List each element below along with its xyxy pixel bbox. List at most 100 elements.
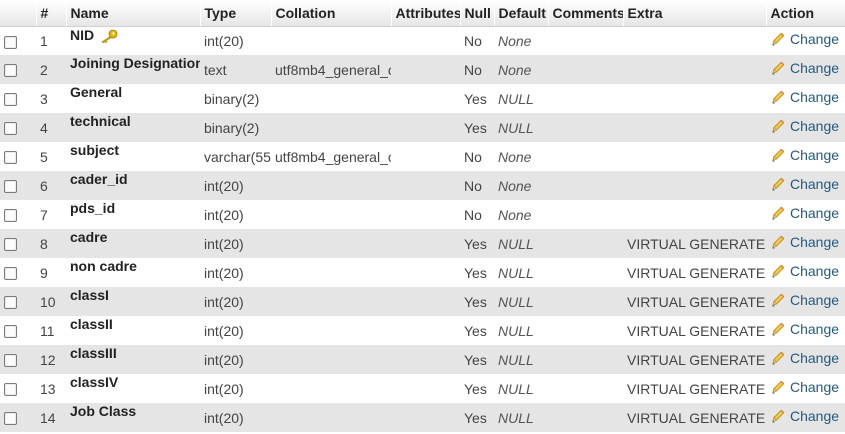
row-checkbox[interactable] [4,64,17,78]
column-action: Change [766,113,845,142]
change-link[interactable]: Change [770,205,839,221]
row-checkbox[interactable] [4,122,17,136]
change-link[interactable]: Change [770,408,839,424]
row-checkbox[interactable] [4,296,17,310]
change-link[interactable]: Change [770,263,839,279]
column-action: Change [766,258,845,287]
column-name-text: classIII [70,345,117,361]
header-extra[interactable]: Extra [623,0,767,27]
change-link[interactable]: Change [770,234,839,250]
column-extra [623,142,766,171]
header-comments[interactable]: Comments [548,0,624,27]
row-select-cell [0,258,36,287]
table-row[interactable]: 10 classI int(20) Yes NULL VIRTUAL GENER… [0,287,845,316]
column-attributes [391,142,460,171]
change-label: Change [790,147,840,163]
row-select-cell [0,142,36,171]
row-checkbox[interactable] [4,93,17,107]
row-checkbox[interactable] [4,238,17,252]
change-label: Change [790,234,840,250]
row-checkbox[interactable] [4,412,17,426]
column-name: classIII [66,345,200,374]
column-action: Change [766,345,845,374]
table-row[interactable]: 11 classII int(20) Yes NULL VIRTUAL GENE… [0,316,845,345]
column-name: non cadre [66,258,200,287]
row-select-cell [0,171,36,200]
column-collation [271,374,391,403]
table-row[interactable]: 14 Job Class int(20) Yes NULL VIRTUAL GE… [0,403,845,432]
column-null: No [464,61,482,78]
column-name-text: pds_id [70,200,116,216]
column-action: Change [766,229,845,258]
column-action: Change [766,55,845,84]
row-select-cell [0,403,36,432]
change-label: Change [790,60,840,76]
column-collation [271,258,391,287]
change-link[interactable]: Change [770,147,839,163]
table-row[interactable]: 3 General binary(2) Yes NULL Change [0,84,845,113]
column-name-text: non cadre [70,258,137,274]
change-link[interactable]: Change [770,60,839,76]
header-name[interactable]: Name [66,0,201,27]
column-attributes [391,113,460,142]
column-collation [271,26,391,55]
column-attributes [391,55,460,84]
change-link[interactable]: Change [770,89,839,105]
table-row[interactable]: 5 subject varchar(55) utf8mb4_general_ci… [0,142,845,171]
header-action: Action [766,0,845,27]
pencil-icon [772,380,785,394]
row-checkbox[interactable] [4,151,17,165]
header-collation[interactable]: Collation [271,0,392,27]
header-select [0,0,37,27]
column-attributes [391,403,460,432]
table-row[interactable]: 4 technical binary(2) Yes NULL Change [0,113,845,142]
change-link[interactable]: Change [770,31,839,47]
column-extra: VIRTUAL GENERATED [627,264,766,281]
pencil-icon [772,90,785,104]
row-checkbox[interactable] [4,383,17,397]
table-row[interactable]: 2 Joining Designation text utf8mb4_gener… [0,55,845,84]
header-type[interactable]: Type [200,0,272,27]
column-comments [548,113,623,142]
column-default: None [498,32,532,49]
header-num[interactable]: # [36,0,67,27]
row-checkbox[interactable] [4,354,17,368]
change-label: Change [790,408,840,424]
table-row[interactable]: 9 non cadre int(20) Yes NULL VIRTUAL GEN… [0,258,845,287]
row-checkbox[interactable] [4,180,17,194]
header-null[interactable]: Null [460,0,495,27]
change-link[interactable]: Change [770,350,839,366]
column-name-text: cadre [70,229,108,245]
column-extra [623,84,766,113]
row-checkbox[interactable] [4,209,17,223]
table-row[interactable]: 13 classIV int(20) Yes NULL VIRTUAL GENE… [0,374,845,403]
table-row[interactable]: 8 cadre int(20) Yes NULL VIRTUAL GENERAT… [0,229,845,258]
table-row[interactable]: 7 pds_id int(20) No None Change [0,200,845,229]
column-extra: VIRTUAL GENERATED [627,351,766,368]
change-link[interactable]: Change [770,321,839,337]
column-name: subject [66,142,200,171]
change-link[interactable]: Change [770,379,839,395]
column-type: int(20) [204,351,244,368]
table-row[interactable]: 12 classIII int(20) Yes NULL VIRTUAL GEN… [0,345,845,374]
column-default: NULL [498,90,534,107]
column-name-text: classII [70,316,113,332]
header-attributes[interactable]: Attributes [391,0,461,27]
column-attributes [391,84,460,113]
change-link[interactable]: Change [770,292,839,308]
column-null: No [464,177,482,194]
header-default[interactable]: Default [494,0,549,27]
change-link[interactable]: Change [770,118,839,134]
column-null: No [464,32,482,49]
row-number: 9 [40,264,48,281]
row-checkbox[interactable] [4,35,17,49]
table-row[interactable]: 1 NID int(20) No None Change [0,26,845,55]
row-checkbox[interactable] [4,325,17,339]
column-null: Yes [464,293,487,310]
column-type: int(20) [204,235,244,252]
row-checkbox[interactable] [4,267,17,281]
column-type: text [204,61,227,78]
column-null: Yes [464,322,487,339]
table-row[interactable]: 6 cader_id int(20) No None Change [0,171,845,200]
change-link[interactable]: Change [770,176,839,192]
